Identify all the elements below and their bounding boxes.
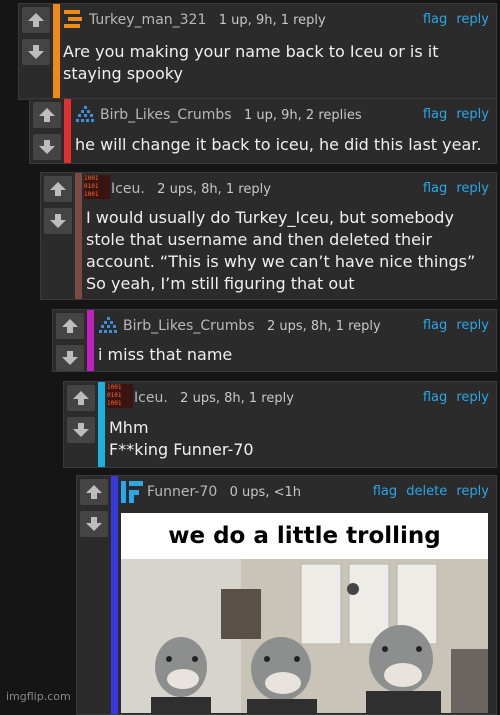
comment-actions: flag reply bbox=[418, 318, 489, 333]
vote-column bbox=[41, 173, 75, 299]
vote-column bbox=[77, 476, 111, 714]
username-link[interactable]: Iceu. bbox=[111, 181, 145, 197]
comment-stats: 0 ups, <1h bbox=[229, 485, 301, 500]
comment-actions: flag reply bbox=[418, 181, 489, 196]
comment-meta: Birb_Likes_Crumbs 1 up, 9h, 2 replies bbox=[100, 107, 362, 123]
comment-accent-bar bbox=[64, 99, 71, 163]
arrow-down-icon bbox=[86, 517, 102, 531]
comment-actions: flag reply bbox=[418, 107, 489, 122]
username-link[interactable]: Funner-70 bbox=[147, 484, 217, 500]
binary-avatar[interactable]: 1001 0101 1001 bbox=[84, 175, 110, 199]
arrow-up-icon bbox=[50, 182, 66, 196]
arrow-down-icon bbox=[73, 423, 89, 437]
arrow-down-icon bbox=[28, 45, 44, 59]
binary-avatar[interactable]: 1001 0101 1001 bbox=[107, 384, 133, 408]
arrow-down-icon bbox=[50, 214, 66, 228]
comment: Birb_Likes_Crumbs 1 up, 9h, 2 replies fl… bbox=[29, 98, 497, 164]
arrow-down-icon bbox=[39, 140, 55, 154]
vote-column bbox=[53, 310, 87, 371]
vote-column bbox=[64, 382, 98, 467]
comment: 1001 0101 1001 Iceu. 2 ups, 8h, 1 reply … bbox=[63, 381, 497, 468]
comment-text: I would usually do Turkey_Iceu, but some… bbox=[86, 208, 476, 293]
blue-triangle-avatar[interactable] bbox=[98, 316, 118, 336]
username-link[interactable]: Turkey_man_321 bbox=[89, 12, 206, 28]
comment-meta: Turkey_man_321 1 up, 9h, 1 reply bbox=[89, 12, 326, 28]
flag-link[interactable]: flag bbox=[423, 12, 447, 27]
upvote-button[interactable] bbox=[44, 176, 72, 202]
reply-link[interactable]: reply bbox=[456, 12, 489, 27]
flag-link[interactable]: flag bbox=[423, 181, 447, 196]
reply-link[interactable]: reply bbox=[456, 107, 489, 122]
orange-stripes-avatar[interactable] bbox=[64, 9, 84, 29]
username-link[interactable]: Birb_Likes_Crumbs bbox=[100, 107, 232, 123]
username-link[interactable]: Iceu. bbox=[134, 390, 168, 406]
comment-stats: 2 ups, 8h, 1 reply bbox=[157, 182, 271, 197]
comment-text: Mhm F**king Funner-70 bbox=[109, 418, 254, 459]
comment-meta: Funner-70 0 ups, <1h bbox=[147, 484, 301, 500]
delete-link[interactable]: delete bbox=[406, 484, 447, 499]
comment-text: Are you making your name back to Iceu or… bbox=[63, 42, 439, 83]
upvote-button[interactable] bbox=[22, 7, 50, 33]
arrow-down-icon bbox=[62, 351, 78, 365]
reply-link[interactable]: reply bbox=[456, 181, 489, 196]
blue-triangle-avatar[interactable] bbox=[75, 105, 95, 125]
reply-link[interactable]: reply bbox=[456, 318, 489, 333]
comment-meta: Iceu. 2 ups, 8h, 1 reply bbox=[111, 181, 271, 197]
comment-stats: 1 up, 9h, 1 reply bbox=[218, 13, 326, 28]
downvote-button[interactable] bbox=[44, 208, 72, 234]
comment: Birb_Likes_Crumbs 2 ups, 8h, 1 reply fla… bbox=[52, 309, 497, 372]
flag-link[interactable]: flag bbox=[423, 107, 447, 122]
arrow-up-icon bbox=[62, 319, 78, 333]
flag-link[interactable]: flag bbox=[423, 318, 447, 333]
blue-f-avatar[interactable] bbox=[121, 481, 143, 503]
username-link[interactable]: Birb_Likes_Crumbs bbox=[123, 318, 255, 334]
comment-accent-bar bbox=[53, 4, 60, 99]
vote-column bbox=[30, 99, 64, 163]
downvote-button[interactable] bbox=[80, 511, 108, 537]
shark-people-in-office-image[interactable]: we do a little trolling bbox=[121, 513, 488, 713]
comment-accent-bar bbox=[75, 173, 82, 299]
downvote-button[interactable] bbox=[33, 134, 61, 160]
arrow-up-icon bbox=[73, 391, 89, 405]
office-scene-illustration bbox=[121, 559, 488, 713]
reply-link[interactable]: reply bbox=[456, 484, 489, 499]
comment-actions: flag delete reply bbox=[368, 484, 489, 499]
comment-text: i miss that name bbox=[98, 345, 233, 364]
comment-stats: 1 up, 9h, 2 replies bbox=[243, 108, 362, 123]
upvote-button[interactable] bbox=[33, 102, 61, 128]
comment-accent-bar bbox=[111, 476, 118, 714]
comment-actions: flag reply bbox=[418, 12, 489, 27]
downvote-button[interactable] bbox=[22, 39, 50, 65]
comment: 1001 0101 1001 Iceu. 2 ups, 8h, 1 reply … bbox=[40, 172, 497, 300]
arrow-up-icon bbox=[28, 13, 44, 27]
flag-link[interactable]: flag bbox=[423, 390, 447, 405]
comment: Funner-70 0 ups, <1h flag delete reply w… bbox=[76, 475, 497, 715]
comment-meta: Birb_Likes_Crumbs 2 ups, 8h, 1 reply bbox=[123, 318, 381, 334]
comment: Turkey_man_321 1 up, 9h, 1 reply flag re… bbox=[18, 3, 497, 100]
comment-text: he will change it back to iceu, he did t… bbox=[75, 135, 482, 154]
downvote-button[interactable] bbox=[56, 345, 84, 371]
vote-column bbox=[19, 4, 53, 99]
upvote-button[interactable] bbox=[67, 385, 95, 411]
downvote-button[interactable] bbox=[67, 417, 95, 443]
comment-meta: Iceu. 2 ups, 8h, 1 reply bbox=[134, 390, 294, 406]
arrow-up-icon bbox=[86, 485, 102, 499]
reply-link[interactable]: reply bbox=[456, 390, 489, 405]
comment-accent-bar bbox=[98, 382, 105, 467]
comment-stats: 2 ups, 8h, 1 reply bbox=[180, 391, 294, 406]
image-caption: we do a little trolling bbox=[168, 523, 441, 549]
upvote-button[interactable] bbox=[56, 313, 84, 339]
imgflip-watermark: imgflip.com bbox=[6, 690, 71, 703]
comment-stats: 2 ups, 8h, 1 reply bbox=[266, 319, 381, 334]
arrow-up-icon bbox=[39, 108, 55, 122]
upvote-button[interactable] bbox=[80, 479, 108, 505]
comment-accent-bar bbox=[87, 310, 94, 371]
flag-link[interactable]: flag bbox=[373, 484, 397, 499]
comment-actions: flag reply bbox=[418, 390, 489, 405]
